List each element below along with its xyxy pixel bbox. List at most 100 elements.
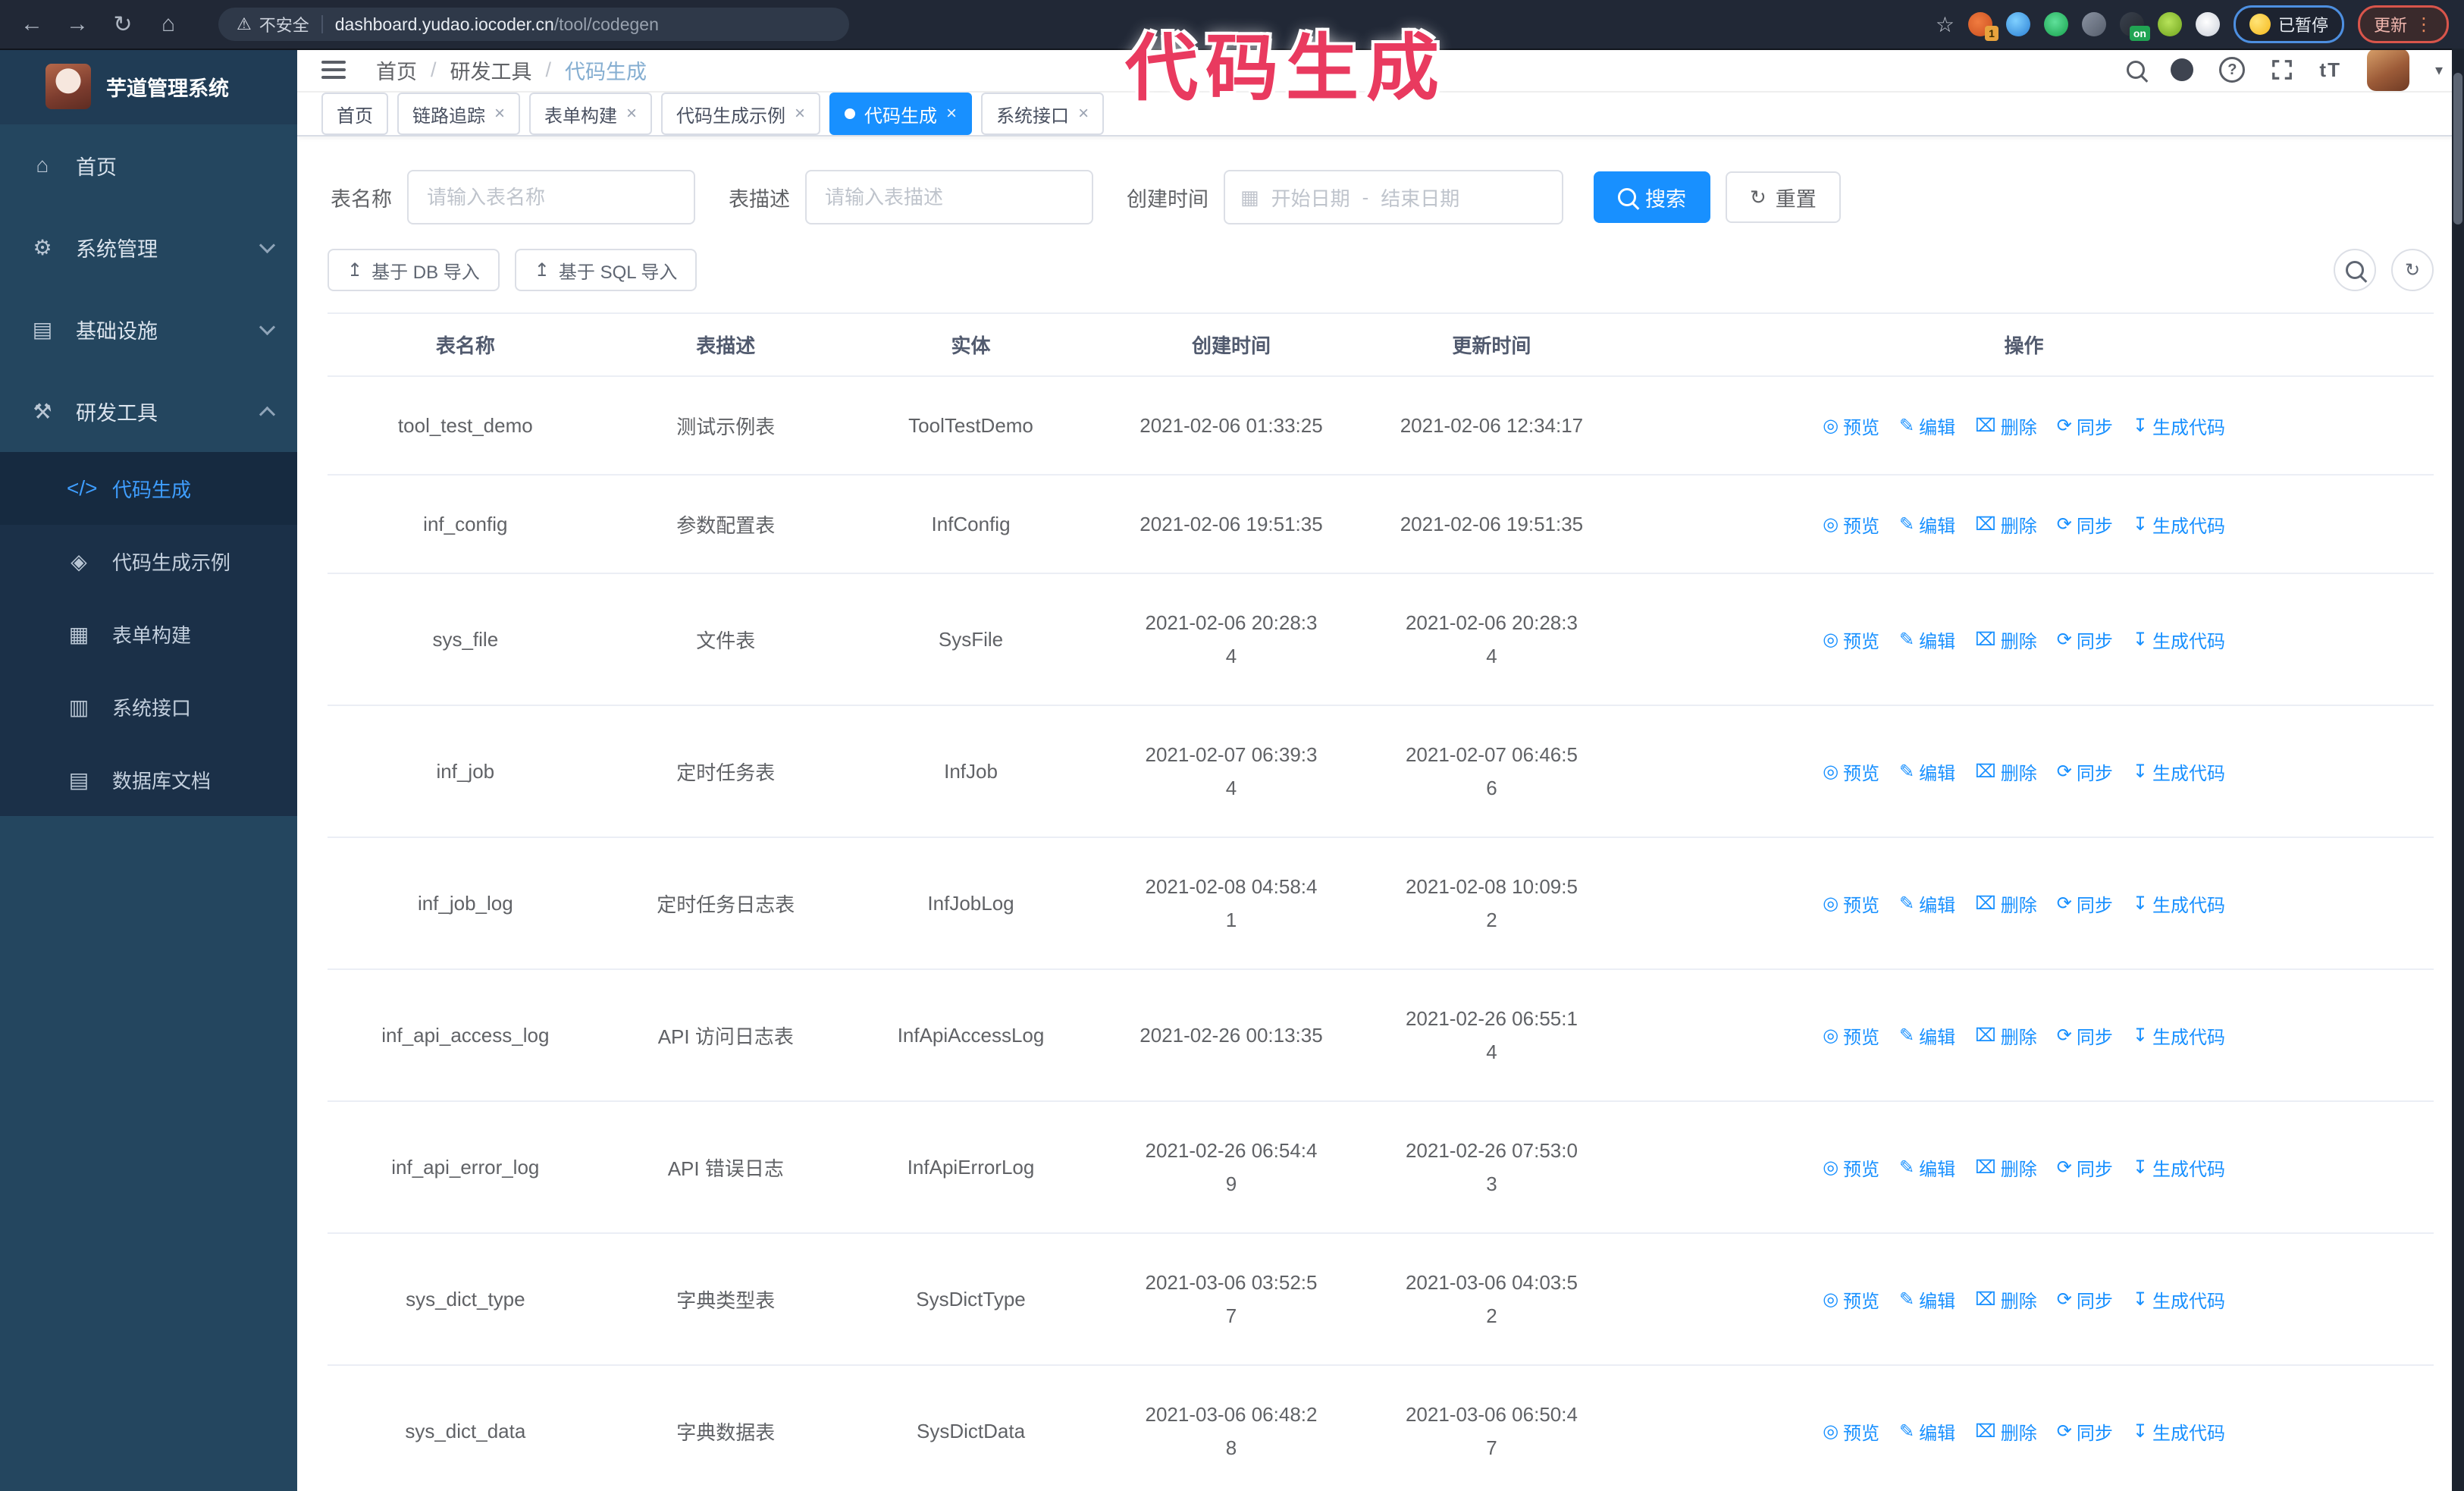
sidebar-item-infra[interactable]: ▤ 基础设施 bbox=[0, 288, 297, 370]
sidebar-item-codegen-demo[interactable]: ◈ 代码生成示例 bbox=[0, 525, 297, 598]
browser-menu-icon[interactable]: ⋮ bbox=[2415, 14, 2433, 36]
action-sync-link[interactable]: ⟳ 同步 bbox=[2057, 1022, 2113, 1049]
refresh-table-button[interactable]: ↻ bbox=[2391, 249, 2434, 291]
action-edit-link[interactable]: ✎ 编辑 bbox=[1899, 511, 1955, 538]
action-generate-link[interactable]: ↧ 生成代码 bbox=[2133, 413, 2225, 439]
tab-close-icon[interactable]: × bbox=[1078, 105, 1089, 123]
import-sql-button[interactable]: ↥ 基于 SQL 导入 bbox=[514, 249, 698, 291]
sidebar-item-db-doc[interactable]: ▤ 数据库文档 bbox=[0, 743, 297, 816]
extension-shield-icon[interactable] bbox=[2043, 12, 2068, 36]
tab-代码生成示例[interactable]: 代码生成示例 × bbox=[661, 93, 821, 135]
action-sync-link[interactable]: ⟳ 同步 bbox=[2057, 758, 2113, 785]
tab-系统接口[interactable]: 系统接口 × bbox=[981, 93, 1105, 135]
tab-表单构建[interactable]: 表单构建 × bbox=[529, 93, 653, 135]
action-delete-link[interactable]: ⌧ 删除 bbox=[1975, 758, 2037, 785]
search-button[interactable]: 搜索 bbox=[1594, 171, 1710, 223]
tab-close-icon[interactable]: × bbox=[946, 105, 957, 123]
extension-orange-icon[interactable]: 1 bbox=[1967, 12, 1998, 41]
app-logo-row[interactable]: 芋道管理系统 bbox=[0, 49, 297, 124]
browser-update-button[interactable]: 更新 ⋮ bbox=[2357, 5, 2449, 43]
browser-back-icon[interactable]: ← bbox=[9, 11, 55, 37]
tab-close-icon[interactable]: × bbox=[795, 105, 805, 123]
tab-链路追踪[interactable]: 链路追踪 × bbox=[397, 93, 521, 135]
sidebar-item-api[interactable]: ▥ 系统接口 bbox=[0, 670, 297, 743]
action-edit-link[interactable]: ✎ 编辑 bbox=[1899, 1154, 1955, 1181]
action-generate-link[interactable]: ↧ 生成代码 bbox=[2133, 890, 2225, 917]
action-generate-link[interactable]: ↧ 生成代码 bbox=[2133, 758, 2225, 785]
tab-首页[interactable]: 首页 bbox=[321, 93, 388, 135]
table-desc-input[interactable] bbox=[805, 170, 1093, 224]
action-generate-link[interactable]: ↧ 生成代码 bbox=[2133, 1286, 2225, 1313]
action-sync-link[interactable]: ⟳ 同步 bbox=[2057, 413, 2113, 439]
action-edit-link[interactable]: ✎ 编辑 bbox=[1899, 890, 1955, 917]
action-sync-link[interactable]: ⟳ 同步 bbox=[2057, 1286, 2113, 1313]
action-preview-link[interactable]: ◎ 预览 bbox=[1823, 1022, 1879, 1049]
action-edit-link[interactable]: ✎ 编辑 bbox=[1899, 626, 1955, 653]
breadcrumb-devtools[interactable]: 研发工具 bbox=[450, 55, 532, 85]
bookmark-star-icon[interactable]: ☆ bbox=[1936, 12, 1955, 37]
address-bar[interactable]: ⚠ 不安全 dashboard.yudao.iocoder.cn/tool/co… bbox=[218, 8, 849, 41]
action-sync-link[interactable]: ⟳ 同步 bbox=[2057, 890, 2113, 917]
action-edit-link[interactable]: ✎ 编辑 bbox=[1899, 413, 1955, 439]
sidebar-item-system[interactable]: ⚙ 系统管理 bbox=[0, 206, 297, 288]
action-generate-link[interactable]: ↧ 生成代码 bbox=[2133, 511, 2225, 538]
show-search-toggle-button[interactable] bbox=[2334, 249, 2376, 291]
action-delete-link[interactable]: ⌧ 删除 bbox=[1975, 626, 2037, 653]
extension-gray-icon[interactable] bbox=[2081, 12, 2106, 36]
action-generate-link[interactable]: ↧ 生成代码 bbox=[2133, 1154, 2225, 1181]
action-generate-link[interactable]: ↧ 生成代码 bbox=[2133, 626, 2225, 653]
sidebar-item-home[interactable]: ⌂ 首页 bbox=[0, 124, 297, 206]
sidebar-item-codegen[interactable]: </> 代码生成 bbox=[0, 452, 297, 525]
browser-reload-icon[interactable]: ↻ bbox=[100, 11, 146, 38]
search-icon[interactable] bbox=[2127, 61, 2146, 79]
tab-close-icon[interactable]: × bbox=[626, 105, 637, 123]
extension-dark-icon[interactable]: on bbox=[2119, 12, 2150, 41]
action-sync-link[interactable]: ⟳ 同步 bbox=[2057, 1154, 2113, 1181]
action-edit-link[interactable]: ✎ 编辑 bbox=[1899, 1418, 1955, 1445]
hamburger-icon[interactable] bbox=[321, 61, 346, 79]
action-preview-link[interactable]: ◎ 预览 bbox=[1823, 1418, 1879, 1445]
scrollbar-thumb[interactable] bbox=[2453, 73, 2462, 224]
extension-green-icon[interactable] bbox=[2157, 12, 2182, 36]
action-sync-link[interactable]: ⟳ 同步 bbox=[2057, 1418, 2113, 1445]
browser-forward-icon[interactable]: → bbox=[55, 11, 100, 37]
extension-blue-icon[interactable] bbox=[2005, 12, 2030, 36]
sidebar-item-form-build[interactable]: ▦ 表单构建 bbox=[0, 598, 297, 670]
reset-button[interactable]: ↻ 重置 bbox=[1726, 171, 1841, 223]
action-delete-link[interactable]: ⌧ 删除 bbox=[1975, 1418, 2037, 1445]
action-generate-link[interactable]: ↧ 生成代码 bbox=[2133, 1022, 2225, 1049]
action-preview-link[interactable]: ◎ 预览 bbox=[1823, 1154, 1879, 1181]
action-preview-link[interactable]: ◎ 预览 bbox=[1823, 413, 1879, 439]
avatar-caret-icon[interactable]: ▾ bbox=[2435, 61, 2443, 80]
action-preview-link[interactable]: ◎ 预览 bbox=[1823, 1286, 1879, 1313]
action-delete-link[interactable]: ⌧ 删除 bbox=[1975, 1154, 2037, 1181]
action-preview-link[interactable]: ◎ 预览 bbox=[1823, 626, 1879, 653]
profile-paused-badge[interactable]: 已暂停 bbox=[2233, 5, 2344, 43]
page-scrollbar[interactable] bbox=[2452, 49, 2464, 1491]
import-db-button[interactable]: ↥ 基于 DB 导入 bbox=[328, 249, 500, 291]
date-range-picker[interactable]: ▦ 开始日期 - 结束日期 bbox=[1224, 170, 1563, 224]
action-edit-link[interactable]: ✎ 编辑 bbox=[1899, 758, 1955, 785]
action-sync-link[interactable]: ⟳ 同步 bbox=[2057, 626, 2113, 653]
github-icon[interactable] bbox=[2171, 58, 2194, 81]
action-delete-link[interactable]: ⌧ 删除 bbox=[1975, 413, 2037, 439]
help-icon[interactable]: ? bbox=[2219, 57, 2246, 83]
action-generate-link[interactable]: ↧ 生成代码 bbox=[2133, 1418, 2225, 1445]
action-delete-link[interactable]: ⌧ 删除 bbox=[1975, 890, 2037, 917]
font-size-icon[interactable]: tT bbox=[2319, 58, 2341, 82]
action-preview-link[interactable]: ◎ 预览 bbox=[1823, 890, 1879, 917]
action-edit-link[interactable]: ✎ 编辑 bbox=[1899, 1286, 1955, 1313]
action-delete-link[interactable]: ⌧ 删除 bbox=[1975, 511, 2037, 538]
tab-close-icon[interactable]: × bbox=[494, 105, 505, 123]
table-name-input[interactable] bbox=[407, 170, 695, 224]
action-preview-link[interactable]: ◎ 预览 bbox=[1823, 758, 1879, 785]
action-sync-link[interactable]: ⟳ 同步 bbox=[2057, 511, 2113, 538]
action-preview-link[interactable]: ◎ 预览 bbox=[1823, 511, 1879, 538]
user-avatar[interactable] bbox=[2366, 49, 2409, 91]
breadcrumb-home[interactable]: 首页 bbox=[376, 55, 417, 85]
browser-home-icon[interactable]: ⌂ bbox=[146, 11, 191, 37]
extension-puzzle-icon[interactable] bbox=[2195, 12, 2220, 36]
tab-代码生成[interactable]: 代码生成 × bbox=[829, 93, 973, 135]
action-delete-link[interactable]: ⌧ 删除 bbox=[1975, 1286, 2037, 1313]
fullscreen-icon[interactable] bbox=[2271, 58, 2293, 81]
